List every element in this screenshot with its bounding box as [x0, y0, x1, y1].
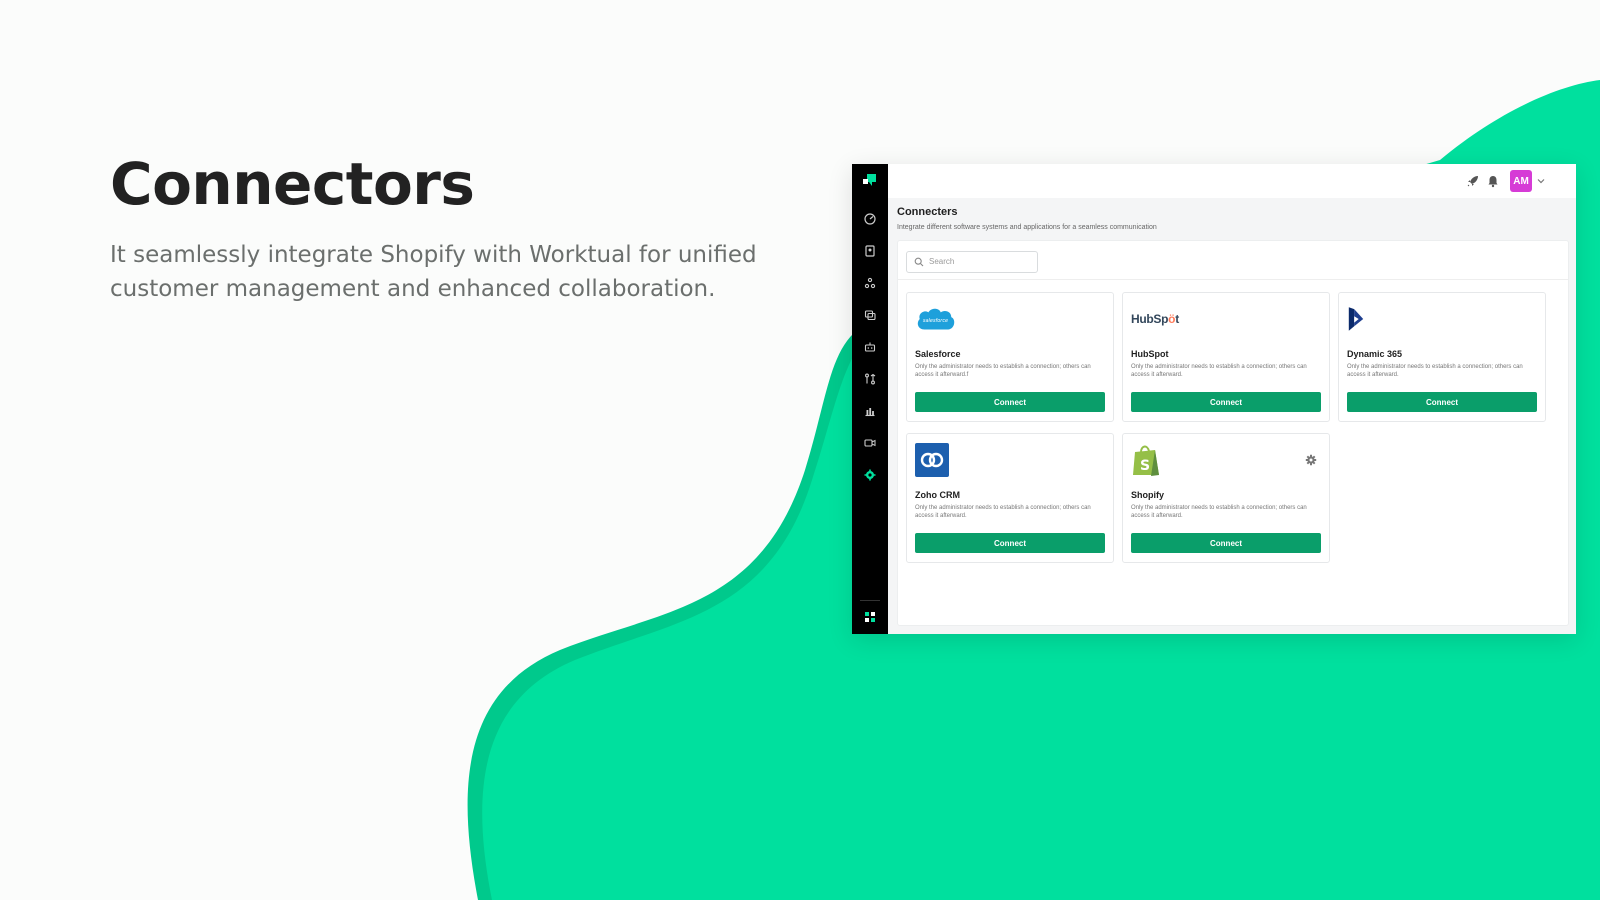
chevron-down-icon[interactable] [1536, 176, 1546, 186]
search-box[interactable] [906, 251, 1038, 273]
hero-description: It seamlessly integrate Shopify with Wor… [110, 242, 757, 302]
connector-card-hubspot: HubSpöt HubSpot Only the administrator n… [1122, 292, 1330, 422]
salesforce-logo: salesforce [915, 302, 957, 336]
connector-card-zoho-crm: Zoho CRM Only the administrator needs to… [906, 433, 1114, 563]
chat-icon[interactable] [863, 308, 877, 322]
page-title: Connecters [897, 206, 958, 218]
connect-button-dynamic-365[interactable]: Connect [1347, 392, 1537, 412]
logo-icon[interactable] [862, 172, 878, 188]
reports-icon[interactable] [863, 404, 877, 418]
team-icon[interactable] [863, 276, 877, 290]
shopify-logo: S [1131, 443, 1161, 477]
connector-card-dynamic-365: Dynamic 365 Only the administrator needs… [1338, 292, 1546, 422]
card-description: Only the administrator needs to establis… [1131, 364, 1307, 378]
hubspot-logo-text-b: t [1175, 312, 1179, 326]
card-title: Zoho CRM [915, 490, 960, 500]
sidebar-divider [860, 600, 880, 601]
connect-button-zoho-crm[interactable]: Connect [915, 533, 1105, 553]
panel-divider [898, 279, 1568, 280]
card-title: Dynamic 365 [1347, 349, 1403, 359]
workflow-icon[interactable] [863, 372, 877, 386]
sidebar [852, 164, 888, 634]
apps-icon[interactable] [863, 610, 877, 624]
salesforce-logo-text: salesforce [923, 318, 948, 324]
gear-icon[interactable] [1305, 454, 1317, 466]
rocket-icon[interactable] [1466, 174, 1480, 188]
connector-card-shopify: S Shopify Only the administrator needs t… [1122, 433, 1330, 563]
hubspot-logo-text-a: HubSp [1131, 312, 1169, 326]
card-description: Only the administrator needs to establis… [915, 505, 1091, 519]
card-description: Only the administrator needs to establis… [1347, 364, 1523, 378]
card-description: Only the administrator needs to establis… [1131, 505, 1307, 519]
connector-card-salesforce: salesforce Salesforce Only the administr… [906, 292, 1114, 422]
card-title: HubSpot [1131, 349, 1169, 359]
hubspot-logo: HubSpöt [1131, 302, 1179, 336]
page-header: Connecters Integrate different software … [897, 206, 1157, 231]
zoho-crm-logo [915, 443, 949, 477]
contacts-icon[interactable] [863, 244, 877, 258]
dynamics-365-logo [1347, 302, 1365, 336]
connect-button-salesforce[interactable]: Connect [915, 392, 1105, 412]
hero-title: Connectors [110, 150, 475, 218]
card-title: Shopify [1131, 490, 1164, 500]
video-icon[interactable] [863, 436, 877, 450]
avatar[interactable]: AM [1510, 170, 1532, 192]
bell-icon[interactable] [1486, 174, 1500, 188]
connect-button-hubspot[interactable]: Connect [1131, 392, 1321, 412]
hero-section: Connectors It seamlessly integrate Shopi… [110, 150, 790, 306]
svg-text:S: S [1140, 458, 1150, 474]
bot-icon[interactable] [863, 340, 877, 354]
connectors-icon[interactable] [863, 468, 877, 482]
card-description: Only the administrator needs to establis… [915, 364, 1091, 378]
search-input[interactable] [929, 254, 1029, 268]
topbar: AM [888, 164, 1576, 198]
connectors-panel: salesforce Salesforce Only the administr… [897, 240, 1569, 626]
page-subtitle: Integrate different software systems and… [897, 224, 1157, 231]
dashboard-icon[interactable] [863, 212, 877, 226]
connect-button-shopify[interactable]: Connect [1131, 533, 1321, 553]
app-window: AM Connecters Integrate different softwa… [852, 164, 1576, 634]
card-title: Salesforce [915, 349, 961, 359]
search-icon [914, 257, 924, 267]
